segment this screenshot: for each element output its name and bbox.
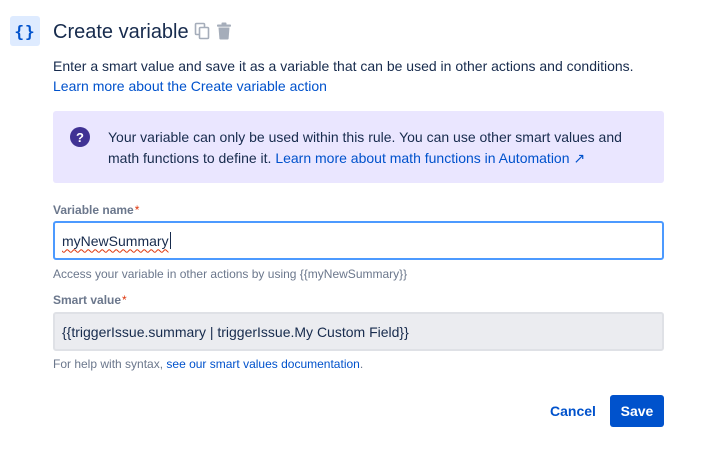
variable-name-helper: Access your variable in other actions by… — [53, 267, 408, 281]
cancel-button[interactable]: Cancel — [544, 395, 602, 427]
title-actions — [194, 22, 232, 40]
smart-value-text[interactable]: {{triggerIssue.summary | triggerIssue.My… — [62, 324, 409, 340]
smart-value-helper-text: For help with syntax, — [53, 357, 164, 371]
copy-icon[interactable] — [194, 22, 210, 40]
save-button[interactable]: Save — [610, 395, 664, 427]
math-functions-link[interactable]: Learn more about math functions in Autom… — [275, 150, 585, 166]
info-text: Your variable can only be used within th… — [108, 127, 648, 169]
variable-name-value[interactable]: myNewSummary — [62, 233, 169, 249]
trash-icon[interactable] — [216, 22, 232, 40]
required-marker: * — [122, 293, 127, 307]
smart-value-helper: For help with syntax, see our smart valu… — [53, 357, 363, 371]
smart-value-label-text: Smart value — [53, 293, 122, 307]
required-marker: * — [134, 203, 140, 217]
description-text: Enter a smart value and save it as a var… — [53, 58, 634, 74]
smart-values-docs-link[interactable]: see our smart values documentation — [166, 357, 359, 371]
smart-value-label: Smart value* — [53, 293, 127, 307]
info-panel: ? Your variable can only be used within … — [53, 111, 664, 183]
page-title: Create variable — [53, 21, 189, 43]
description: Enter a smart value and save it as a var… — [53, 56, 673, 96]
variable-braces-icon: {} — [10, 16, 40, 46]
question-icon: ? — [70, 127, 90, 147]
variable-name-input[interactable]: myNewSummary — [53, 221, 664, 260]
smart-value-input[interactable]: {{triggerIssue.summary | triggerIssue.My… — [53, 312, 664, 351]
smart-value-helper-suffix: . — [359, 357, 364, 371]
text-caret — [169, 232, 171, 249]
variable-name-label: Variable name* — [53, 203, 139, 217]
variable-name-label-text: Variable name — [53, 203, 134, 217]
learn-more-create-variable-link[interactable]: Learn more about the Create variable act… — [53, 78, 327, 94]
